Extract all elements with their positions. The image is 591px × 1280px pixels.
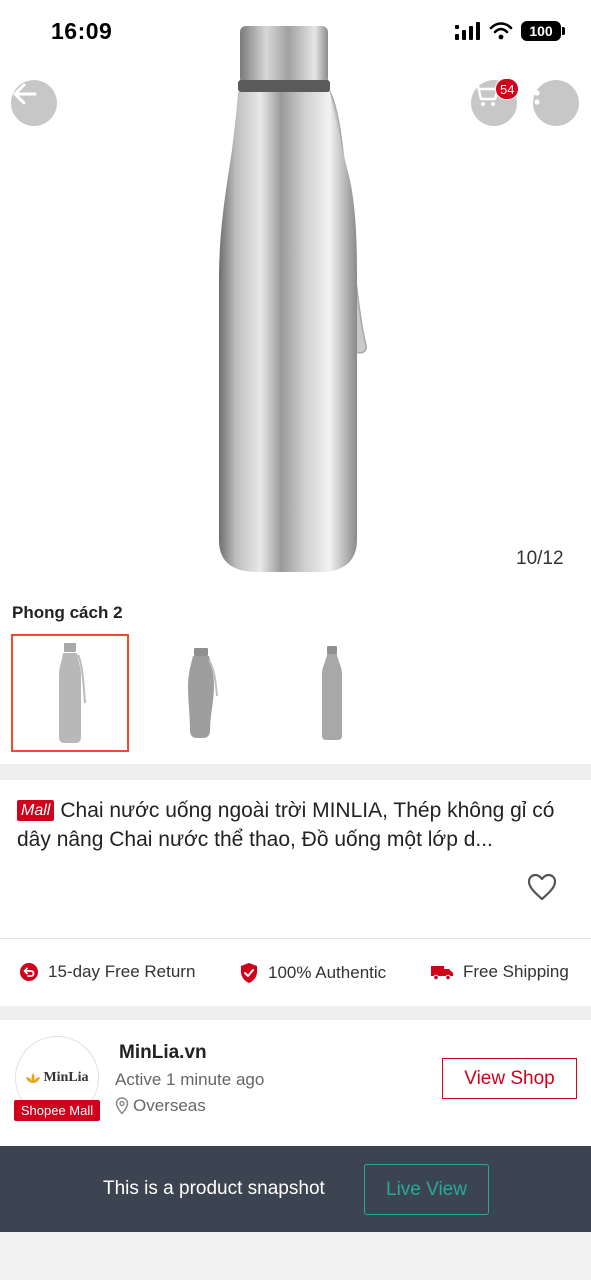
section-divider — [0, 764, 591, 780]
shop-logo: MinLia — [25, 1070, 89, 1086]
variant-thumb-3[interactable] — [273, 634, 391, 752]
wifi-icon — [489, 22, 513, 40]
snapshot-message: This is a product snapshot — [103, 1178, 325, 1199]
guarantee-free-shipping[interactable]: Free Shipping — [430, 962, 569, 982]
back-button[interactable] — [11, 80, 57, 126]
favorite-button[interactable] — [526, 872, 558, 907]
live-view-button[interactable]: Live View — [364, 1164, 489, 1215]
guarantee-free-return[interactable]: 15-day Free Return — [19, 962, 195, 982]
back-arrow-icon — [13, 83, 37, 105]
snapshot-bar: This is a product snapshot Live View — [0, 1146, 591, 1232]
bottle-thumb-image — [59, 643, 86, 743]
cart-count-badge: 54 — [495, 78, 520, 100]
battery-icon: 100 — [521, 21, 565, 41]
variant-thumb-2[interactable] — [142, 634, 260, 752]
lotus-logo-icon — [26, 1073, 41, 1083]
status-bar: 16:09 100 — [0, 0, 591, 64]
more-vertical-icon — [534, 81, 540, 105]
return-icon — [20, 963, 38, 981]
shop-name[interactable]: MinLia.vn — [119, 1042, 207, 1064]
mall-badge: Mall — [17, 800, 55, 821]
more-options-button[interactable] — [533, 80, 579, 126]
heart-icon — [527, 873, 557, 901]
product-title: Mall Chai nước uống ngoài trời MINLIA, Th… — [17, 796, 582, 854]
view-shop-button[interactable]: View Shop — [442, 1058, 577, 1099]
section-divider — [0, 1006, 591, 1020]
guarantee-label: Free Shipping — [463, 962, 569, 981]
guarantee-label: 100% Authentic — [268, 963, 387, 982]
divider — [0, 938, 591, 939]
bottle-thumb-image — [322, 646, 342, 740]
shop-location: Overseas — [115, 1096, 206, 1116]
location-pin-icon — [115, 1097, 129, 1115]
variant-label: Phong cách 2 — [12, 603, 123, 622]
gallery-page-indicator: 10/12 — [516, 548, 564, 569]
bottle-thumb-image — [188, 648, 218, 738]
status-time: 16:09 — [51, 18, 113, 44]
truck-icon — [431, 966, 453, 981]
shop-location-text: Overseas — [133, 1096, 206, 1115]
product-title-text: Chai nước uống ngoài trời MINLIA, Thép k… — [17, 799, 555, 851]
signal-icon — [455, 22, 480, 40]
guarantee-label: 15-day Free Return — [48, 962, 196, 981]
product-image-gallery[interactable]: 54 10/12 — [0, 0, 591, 590]
guarantee-authentic[interactable]: 100% Authentic — [239, 962, 386, 984]
variant-thumb-1[interactable] — [11, 634, 129, 752]
bottom-safe-area — [0, 1232, 591, 1280]
shop-logo-text: MinLia — [43, 1070, 89, 1085]
status-icons: 100 — [455, 21, 565, 41]
authentic-shield-icon — [241, 963, 257, 983]
shop-active-status: Active 1 minute ago — [115, 1070, 265, 1089]
shopee-mall-badge: Shopee Mall — [14, 1100, 100, 1121]
